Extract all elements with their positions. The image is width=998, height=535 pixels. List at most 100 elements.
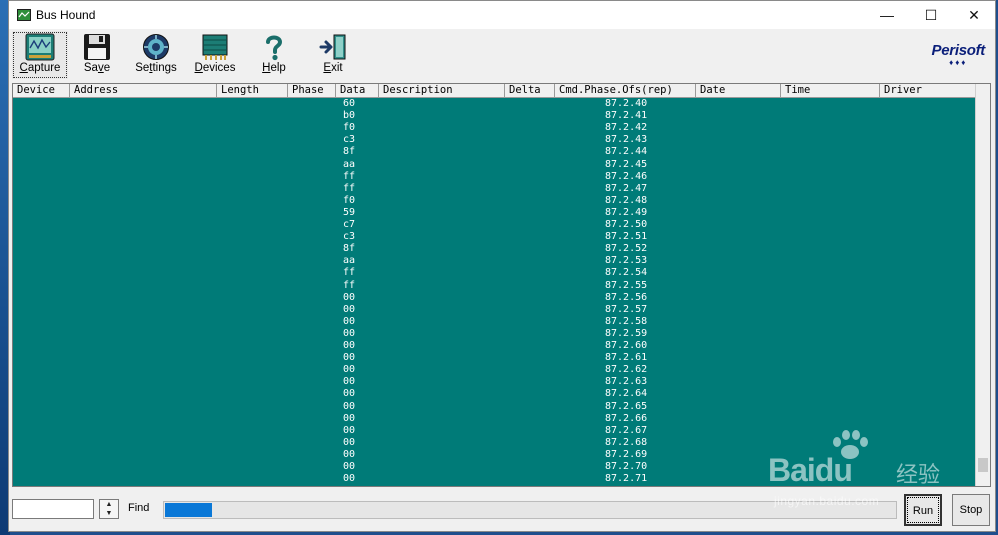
data-cell: 00 [343,352,356,364]
vertical-scrollbar[interactable] [975,84,990,486]
table-row[interactable]: 00 87.2.57 [13,304,977,316]
table-row[interactable]: 00 87.2.56 [13,292,977,304]
table-row[interactable]: 00 87.2.67 [13,425,977,437]
table-row[interactable]: aa 87.2.53 [13,255,977,267]
grid-body[interactable]: 60 87.2.40 b0 87.2.41 f0 87.2.42 c3 87.2.43 8f 87… [13,98,977,486]
data-cell: 00 [343,340,356,351]
data-cell: aa [343,158,356,170]
exit-button[interactable]: Exit [305,31,361,79]
cmd-phase-ofs-cell: 87.2.67 [605,424,648,436]
question-mark-icon [266,35,283,61]
chip-icon [202,34,228,60]
table-row[interactable]: b0 87.2.41 [13,110,977,122]
table-row[interactable]: 8f 87.2.44 [13,146,977,158]
close-button[interactable]: ✕ [952,1,996,29]
table-row[interactable]: ff 87.2.47 [13,183,977,195]
cmd-phase-ofs-cell: 87.2.57 [605,303,648,315]
table-row[interactable]: f0 87.2.42 [13,122,977,134]
table-row[interactable]: 00 87.2.71 [13,473,977,485]
column-header-length[interactable]: Length [217,84,288,97]
window-title: Bus Hound [36,8,96,22]
cmd-phase-ofs-cell: 87.2.49 [605,206,648,218]
table-row[interactable]: 00 87.2.61 [13,352,977,364]
column-header-data[interactable]: Data [336,84,379,97]
table-row[interactable]: 8f 87.2.52 [13,243,977,255]
column-header-driver[interactable]: Driver [880,84,977,97]
cmd-phase-ofs-cell: 87.2.48 [605,194,648,206]
table-row[interactable]: ff 87.2.54 [13,267,977,279]
data-cell: 00 [343,303,356,315]
settings-label-pre: Se [135,62,150,74]
exit-mnemonic: E [323,62,332,74]
table-row[interactable]: 00 87.2.69 [13,449,977,461]
cmd-phase-ofs-cell: 87.2.60 [605,340,648,351]
progress-fill [165,503,212,517]
table-row[interactable]: 00 87.2.63 [13,376,977,388]
scrollbar-thumb[interactable] [978,458,988,472]
table-row[interactable]: ff 87.2.46 [13,171,977,183]
cmd-phase-ofs-cell: 87.2.61 [605,352,648,364]
maximize-button[interactable]: ☐ [909,1,953,29]
devices-button[interactable]: Devices [187,31,243,79]
capture-button[interactable]: Capture [12,31,68,79]
capture-mnemonic: C [19,62,28,74]
data-cell: 00 [343,364,356,376]
find-input[interactable] [12,499,94,519]
table-row[interactable]: 00 87.2.64 [13,388,977,400]
data-cell: c3 [343,134,356,146]
table-row[interactable]: 59 87.2.49 [13,207,977,219]
data-cell: b0 [343,110,356,122]
cmd-phase-ofs-cell: 87.2.66 [605,412,648,424]
title-bar[interactable]: Bus Hound — ☐ ✕ [9,1,995,29]
save-button[interactable]: Save [69,31,125,79]
table-row[interactable]: c3 87.2.43 [13,134,977,146]
table-row[interactable]: 00 87.2.66 [13,413,977,425]
exit-door-icon [319,34,346,60]
data-cell: 00 [343,412,356,424]
table-row[interactable]: f0 87.2.48 [13,195,977,207]
stop-button[interactable]: Stop [952,494,990,526]
settings-button[interactable]: Settings [128,31,184,79]
column-header-phase[interactable]: Phase [288,84,336,97]
table-row[interactable]: 00 87.2.70 [13,461,977,473]
table-row[interactable]: 00 87.2.68 [13,437,977,449]
settings-label-post: tings [152,62,177,74]
cmd-phase-ofs-cell: 87.2.43 [605,134,648,146]
data-cell: c7 [343,219,356,230]
cmd-phase-ofs-cell: 87.2.64 [605,388,648,400]
spin-down-icon[interactable]: ▼ [100,509,118,518]
cmd-phase-ofs-cell: 87.2.40 [605,98,648,109]
table-row[interactable]: 00 87.2.62 [13,364,977,376]
run-button[interactable]: Run [904,494,942,526]
cmd-phase-ofs-cell: 87.2.42 [605,122,648,134]
minimize-button[interactable]: — [865,1,909,29]
column-header-cmd-phase-ofs[interactable]: Cmd.Phase.Ofs(rep) [555,84,696,97]
table-row[interactable]: 00 87.2.60 [13,340,977,352]
find-spinner[interactable]: ▲ ▼ [99,499,119,519]
column-header-description[interactable]: Description [379,84,505,97]
table-row[interactable]: 00 87.2.59 [13,328,977,340]
column-header-delta[interactable]: Delta [505,84,555,97]
table-row[interactable]: 00 87.2.65 [13,401,977,413]
app-icon [17,9,31,21]
table-row[interactable]: aa 87.2.45 [13,159,977,171]
table-row[interactable]: 00 87.2.58 [13,316,977,328]
help-button[interactable]: Help [246,31,302,79]
capture-grid[interactable]: Device Address Length Phase Data Descrip… [12,83,991,487]
spin-up-icon[interactable]: ▲ [100,500,118,509]
cmd-phase-ofs-cell: 87.2.56 [605,291,648,303]
column-header-time[interactable]: Time [781,84,880,97]
column-header-address[interactable]: Address [70,84,217,97]
settings-dial-icon [143,34,169,60]
column-header-device[interactable]: Device [13,84,70,97]
table-row[interactable]: c7 87.2.50 [13,219,977,231]
cmd-phase-ofs-cell: 87.2.45 [605,158,648,170]
cmd-phase-ofs-cell: 87.2.44 [605,146,648,158]
cmd-phase-ofs-cell: 87.2.68 [605,436,648,448]
data-cell: ff [343,279,356,291]
save-label-pre: Sa [83,62,98,74]
table-row[interactable]: ff 87.2.55 [13,280,977,292]
table-row[interactable]: c3 87.2.51 [13,231,977,243]
column-header-date[interactable]: Date [696,84,781,97]
table-row[interactable]: 60 87.2.40 [13,98,977,110]
